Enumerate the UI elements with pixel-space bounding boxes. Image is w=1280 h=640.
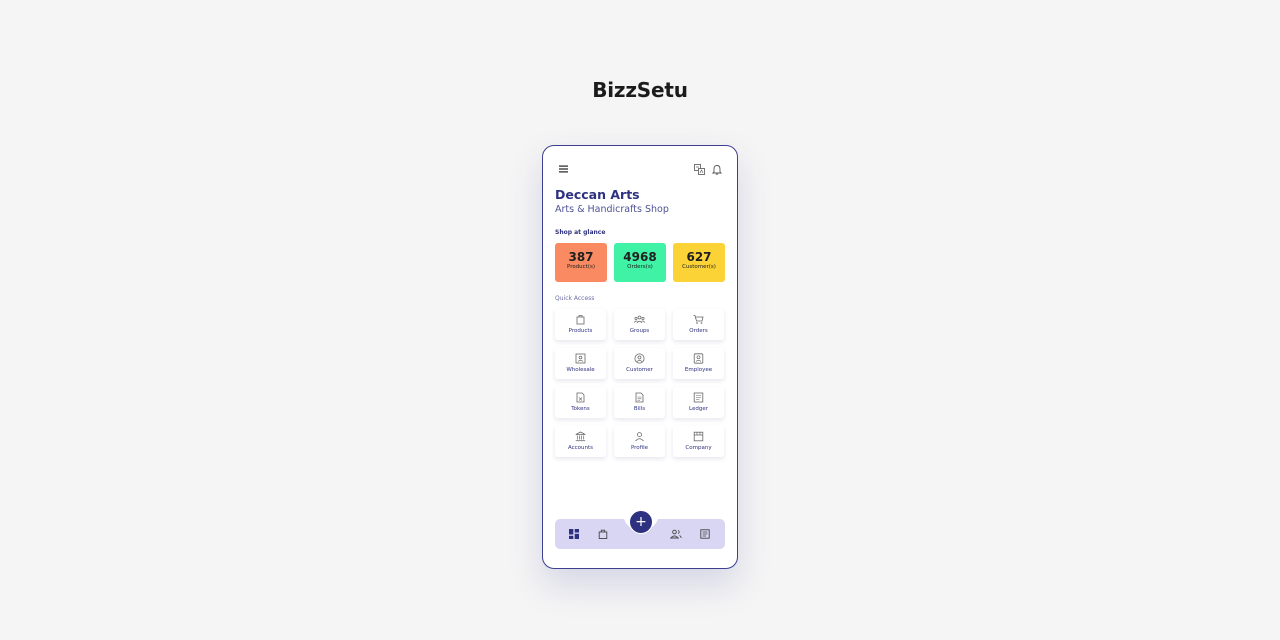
shop-type: Arts & Handicrafts Shop <box>555 204 669 215</box>
stat-label: Product(s) <box>566 264 596 270</box>
quick-item-tokens[interactable]: Tokens <box>555 387 606 418</box>
person-icon <box>634 431 645 442</box>
quick-item-label: Ledger <box>689 406 708 412</box>
user-circle-icon <box>634 353 645 364</box>
quick-item-label: Bills <box>633 406 646 412</box>
quick-item-accounts[interactable]: Accounts <box>555 426 606 457</box>
quick-item-label: Employee <box>684 367 713 373</box>
quick-item-label: Products <box>568 328 593 334</box>
quick-item-employee[interactable]: Employee <box>673 348 724 379</box>
stats-row: 387 Product(s) 4968 Orders(s) 627 Custom… <box>555 243 725 282</box>
token-icon <box>575 392 586 403</box>
dashboard-icon[interactable] <box>568 528 580 540</box>
quick-item-customer[interactable]: Customer <box>614 348 665 379</box>
customers-icon[interactable] <box>670 528 682 540</box>
quick-item-orders[interactable]: Orders <box>673 309 724 340</box>
stat-value: 627 <box>686 250 712 264</box>
id-card-icon <box>575 353 586 364</box>
quick-item-label: Company <box>685 445 712 451</box>
quick-item-profile[interactable]: Profile <box>614 426 665 457</box>
phone-frame: Deccan Arts Arts & Handicrafts Shop Shop… <box>542 145 738 569</box>
app-brand-title: BizzSetu <box>592 78 688 102</box>
bill-icon <box>634 392 645 403</box>
stat-card-customers[interactable]: 627 Customer(s) <box>673 243 725 282</box>
stat-card-products[interactable]: 387 Product(s) <box>555 243 607 282</box>
cart-icon <box>693 314 704 325</box>
hamburger-menu-icon[interactable] <box>556 162 570 176</box>
quick-item-label: Orders <box>689 328 708 334</box>
ledger-icon <box>693 392 704 403</box>
stat-value: 4968 <box>623 250 657 264</box>
stat-value: 387 <box>568 250 594 264</box>
reports-icon[interactable] <box>699 528 711 540</box>
quick-item-products[interactable]: Products <box>555 309 606 340</box>
quick-access-grid: Products Groups Orders Wholesale Custome… <box>555 309 725 459</box>
products-bag-icon[interactable] <box>597 528 609 540</box>
stat-label: Orders(s) <box>627 264 653 270</box>
quick-item-label: Profile <box>630 445 649 451</box>
quick-item-groups[interactable]: Groups <box>614 309 665 340</box>
quick-item-wholesale[interactable]: Wholesale <box>555 348 606 379</box>
add-fab-button[interactable]: + <box>629 510 653 534</box>
quick-item-label: Groups <box>629 328 650 334</box>
badge-icon <box>693 353 704 364</box>
stat-label: Customer(s) <box>682 264 716 270</box>
top-bar <box>556 162 724 176</box>
quick-item-company[interactable]: Company <box>673 426 724 457</box>
notification-bell-icon[interactable] <box>710 162 724 176</box>
quick-item-label: Tokens <box>571 406 590 412</box>
shop-name: Deccan Arts <box>555 187 640 202</box>
bag-icon <box>575 314 586 325</box>
glance-section-title: Shop at glance <box>555 229 606 236</box>
bank-icon <box>575 431 586 442</box>
users-icon <box>634 314 645 325</box>
quick-item-label: Customer <box>626 367 653 373</box>
quick-item-label: Accounts <box>567 445 594 451</box>
quick-item-ledger[interactable]: Ledger <box>673 387 724 418</box>
quick-item-label: Wholesale <box>566 367 595 373</box>
stat-card-orders[interactable]: 4968 Orders(s) <box>614 243 666 282</box>
quick-item-bills[interactable]: Bills <box>614 387 665 418</box>
quick-access-title: Quick Access <box>555 295 595 302</box>
store-icon <box>693 431 704 442</box>
translate-icon[interactable] <box>692 162 706 176</box>
